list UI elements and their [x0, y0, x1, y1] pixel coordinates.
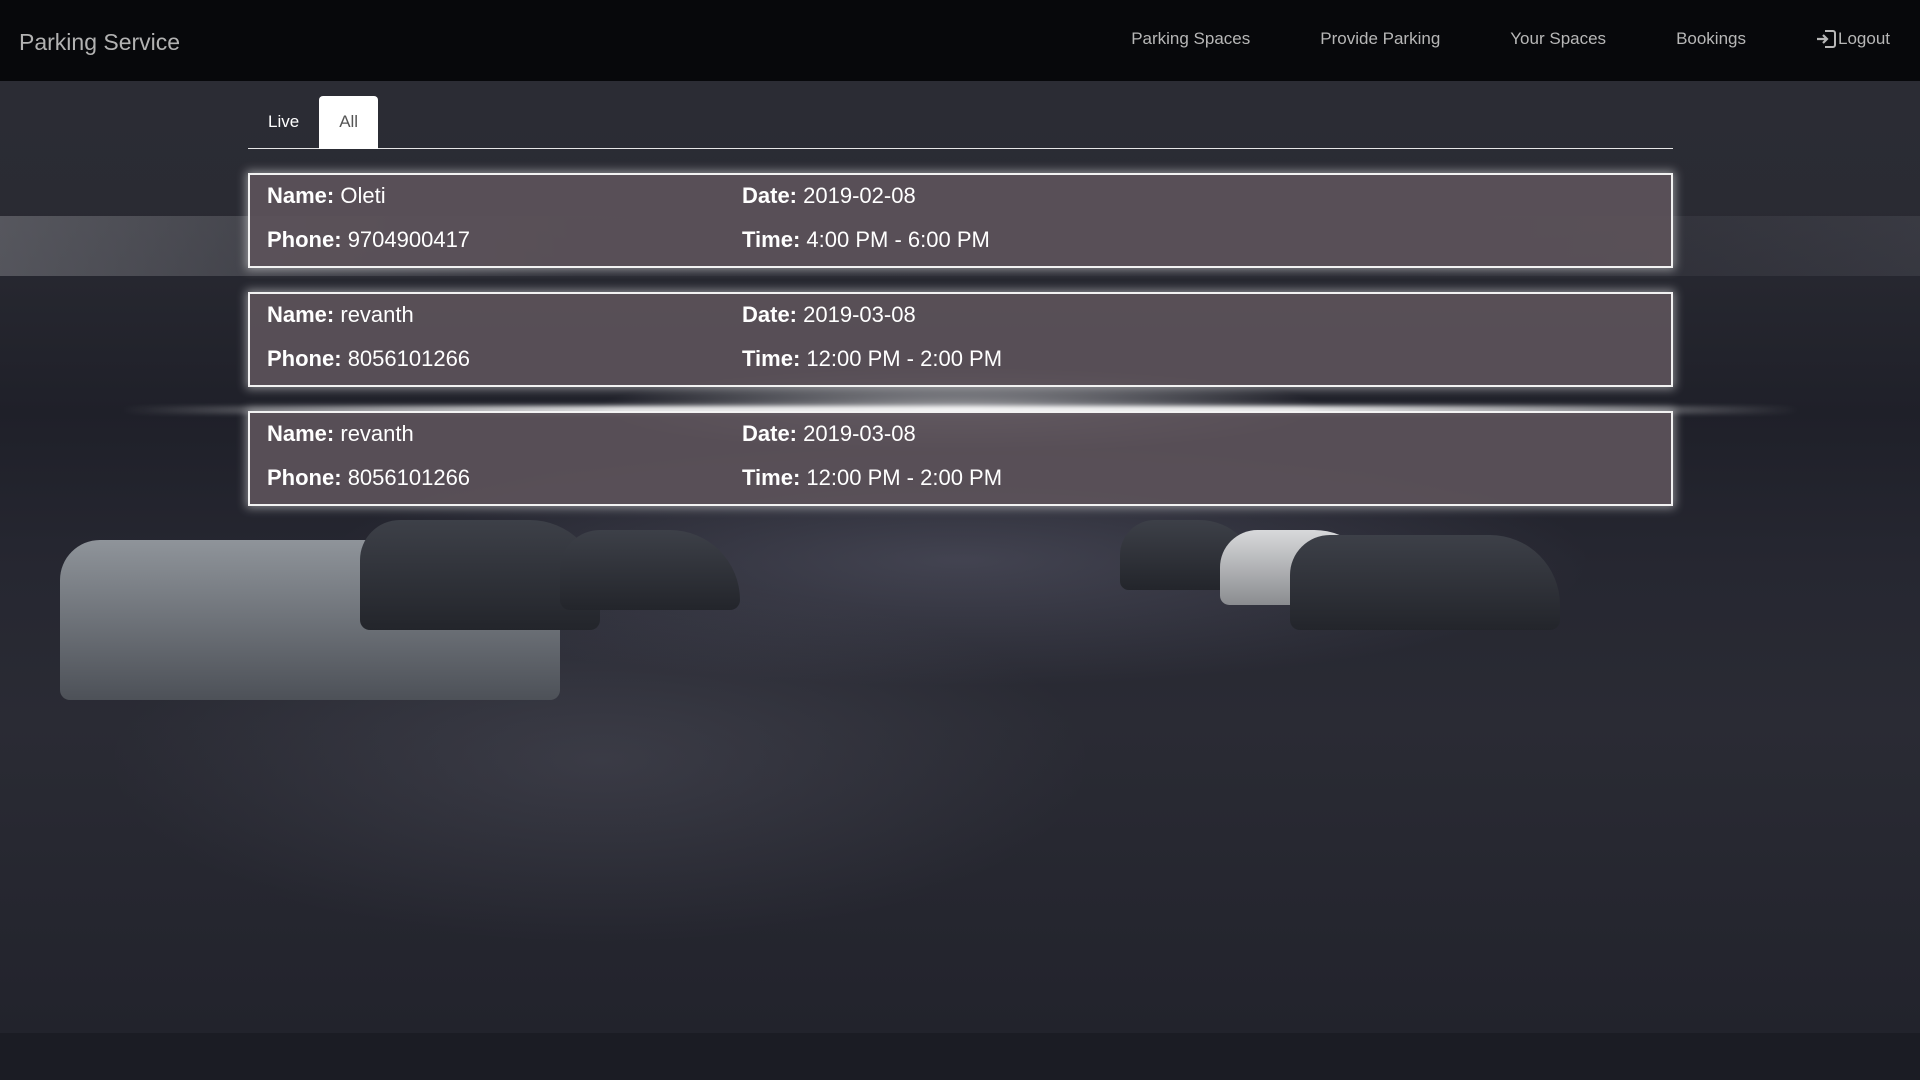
nav-link-parking-spaces[interactable]: Parking Spaces: [1131, 29, 1250, 49]
phone-label: Phone:: [267, 227, 342, 252]
page-footer-band: [0, 1033, 1920, 1080]
nav-link-your-spaces[interactable]: Your Spaces: [1510, 29, 1606, 49]
time-value: 12:00 PM - 2:00 PM: [806, 465, 1003, 490]
name-value: revanth: [340, 302, 414, 327]
booking-phone: Phone: 9704900417: [267, 227, 470, 253]
date-label: Date:: [742, 421, 798, 446]
nav-link-provide-parking[interactable]: Provide Parking: [1320, 29, 1440, 49]
nav-link-logout-label: Logout: [1838, 29, 1890, 48]
phone-label: Phone:: [267, 465, 342, 490]
nav-link-logout[interactable]: Logout: [1816, 29, 1890, 49]
date-label: Date:: [742, 183, 798, 208]
name-label: Name:: [267, 183, 335, 208]
booking-time: Time: 4:00 PM - 6:00 PM: [742, 227, 990, 253]
nav-links: Parking Spaces Provide Parking Your Spac…: [1061, 29, 1890, 49]
time-value: 12:00 PM - 2:00 PM: [806, 346, 1003, 371]
booking-phone: Phone: 8056101266: [267, 346, 470, 372]
name-label: Name:: [267, 421, 335, 446]
booking-card: Name: Oleti Phone: 9704900417 Date: 2019…: [248, 173, 1673, 268]
background-car: [1290, 535, 1560, 630]
time-value: 4:00 PM - 6:00 PM: [806, 227, 990, 252]
booking-date: Date: 2019-03-08: [742, 421, 916, 447]
phone-value: 9704900417: [347, 227, 471, 252]
booking-phone: Phone: 8056101266: [267, 465, 470, 491]
phone-label: Phone:: [267, 346, 342, 371]
name-label: Name:: [267, 302, 335, 327]
time-label: Time:: [742, 227, 801, 252]
time-label: Time:: [742, 346, 801, 371]
phone-value: 8056101266: [347, 346, 471, 371]
booking-name: Name: revanth: [267, 421, 414, 447]
name-value: revanth: [340, 421, 414, 446]
booking-card: Name: revanth Phone: 8056101266 Date: 20…: [248, 292, 1673, 387]
bookings-container: Live All Name: Oleti Phone: 9704900417 D…: [248, 96, 1673, 506]
brand-title[interactable]: Parking Service: [19, 29, 180, 56]
tab-all[interactable]: All: [319, 96, 379, 149]
logout-icon: [1817, 30, 1836, 48]
tab-live[interactable]: Live: [248, 96, 319, 148]
booking-tabs: Live All: [248, 96, 1673, 149]
booking-name: Name: Oleti: [267, 183, 386, 209]
date-label: Date:: [742, 302, 798, 327]
nav-link-bookings[interactable]: Bookings: [1676, 29, 1746, 49]
date-value: 2019-03-08: [803, 421, 916, 446]
name-value: Oleti: [340, 183, 386, 208]
booking-date: Date: 2019-03-08: [742, 302, 916, 328]
booking-name: Name: revanth: [267, 302, 414, 328]
booking-card: Name: revanth Phone: 8056101266 Date: 20…: [248, 411, 1673, 506]
date-value: 2019-03-08: [803, 302, 916, 327]
booking-time: Time: 12:00 PM - 2:00 PM: [742, 346, 1002, 372]
date-value: 2019-02-08: [803, 183, 916, 208]
booking-date: Date: 2019-02-08: [742, 183, 916, 209]
background-car: [560, 530, 740, 610]
time-label: Time:: [742, 465, 801, 490]
navbar: Parking Service Parking Spaces Provide P…: [0, 0, 1920, 81]
phone-value: 8056101266: [347, 465, 471, 490]
booking-time: Time: 12:00 PM - 2:00 PM: [742, 465, 1002, 491]
